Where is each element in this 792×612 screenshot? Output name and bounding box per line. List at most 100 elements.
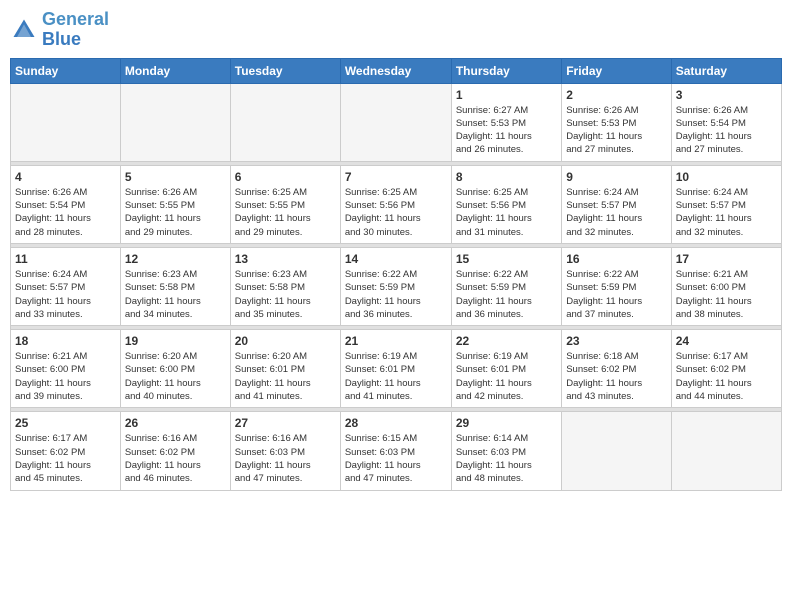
day-info: Sunrise: 6:19 AM Sunset: 6:01 PM Dayligh…	[456, 350, 557, 403]
day-info: Sunrise: 6:23 AM Sunset: 5:58 PM Dayligh…	[125, 268, 226, 321]
calendar-week-row: 18Sunrise: 6:21 AM Sunset: 6:00 PM Dayli…	[11, 330, 782, 408]
day-info: Sunrise: 6:26 AM Sunset: 5:55 PM Dayligh…	[125, 186, 226, 239]
day-info: Sunrise: 6:18 AM Sunset: 6:02 PM Dayligh…	[566, 350, 666, 403]
day-number: 2	[566, 88, 666, 102]
day-number: 10	[676, 170, 777, 184]
calendar-day-cell: 20 Sunrise: 6:20 AM Sunset: 6:01 PM Dayli…	[230, 330, 340, 408]
calendar-day-cell	[562, 412, 671, 490]
day-number: 26	[125, 416, 226, 430]
calendar-day-cell	[120, 83, 230, 161]
day-number: 25	[15, 416, 116, 430]
day-number: 28	[345, 416, 447, 430]
calendar-day-cell: 23 Sunrise: 6:18 AM Sunset: 6:02 PM Dayli…	[562, 330, 671, 408]
day-number: 22	[456, 334, 557, 348]
calendar-day-cell: 14 Sunrise: 6:22 AM Sunset: 5:59 PM Dayli…	[340, 247, 451, 325]
calendar-day-cell: 21 Sunrise: 6:19 AM Sunset: 6:01 PM Dayli…	[340, 330, 451, 408]
calendar-day-cell: 27Sunrise: 6:16 AM Sunset: 6:03 PM Dayli…	[230, 412, 340, 490]
logo-icon	[10, 16, 38, 44]
calendar-day-cell: 2 Sunrise: 6:26 AM Sunset: 5:53 PM Daylig…	[562, 83, 671, 161]
day-info: Sunrise: 6:20 AM Sunset: 6:00 PM Dayligh…	[125, 350, 226, 403]
day-number: 13	[235, 252, 336, 266]
calendar-day-cell: 11 Sunrise: 6:24 AM Sunset: 5:57 PM Dayli…	[11, 247, 121, 325]
day-info: Sunrise: 6:24 AM Sunset: 5:57 PM Dayligh…	[676, 186, 777, 239]
weekday-header-cell: Wednesday	[340, 58, 451, 83]
day-number: 16	[566, 252, 666, 266]
calendar-day-cell: 17Sunrise: 6:21 AM Sunset: 6:00 PM Dayli…	[671, 247, 781, 325]
calendar-day-cell: 15 Sunrise: 6:22 AM Sunset: 5:59 PM Dayli…	[451, 247, 561, 325]
calendar-day-cell: 18Sunrise: 6:21 AM Sunset: 6:00 PM Dayli…	[11, 330, 121, 408]
calendar-table: SundayMondayTuesdayWednesdayThursdayFrid…	[10, 58, 782, 491]
calendar-day-cell: 9 Sunrise: 6:24 AM Sunset: 5:57 PM Daylig…	[562, 165, 671, 243]
calendar-day-cell: 5 Sunrise: 6:26 AM Sunset: 5:55 PM Daylig…	[120, 165, 230, 243]
calendar-day-cell: 26 Sunrise: 6:16 AM Sunset: 6:02 PM Dayli…	[120, 412, 230, 490]
calendar-day-cell: 10 Sunrise: 6:24 AM Sunset: 5:57 PM Dayli…	[671, 165, 781, 243]
day-number: 4	[15, 170, 116, 184]
day-info: Sunrise: 6:17 AM Sunset: 6:02 PM Dayligh…	[676, 350, 777, 403]
calendar-day-cell	[340, 83, 451, 161]
calendar-day-cell: 12 Sunrise: 6:23 AM Sunset: 5:58 PM Dayli…	[120, 247, 230, 325]
calendar-day-cell: 29 Sunrise: 6:14 AM Sunset: 6:03 PM Dayli…	[451, 412, 561, 490]
day-number: 12	[125, 252, 226, 266]
day-info: Sunrise: 6:25 AM Sunset: 5:56 PM Dayligh…	[456, 186, 557, 239]
day-number: 21	[345, 334, 447, 348]
day-number: 23	[566, 334, 666, 348]
day-info: Sunrise: 6:24 AM Sunset: 5:57 PM Dayligh…	[15, 268, 116, 321]
weekday-header-row: SundayMondayTuesdayWednesdayThursdayFrid…	[11, 58, 782, 83]
calendar-day-cell	[230, 83, 340, 161]
day-number: 29	[456, 416, 557, 430]
day-info: Sunrise: 6:16 AM Sunset: 6:02 PM Dayligh…	[125, 432, 226, 485]
day-number: 7	[345, 170, 447, 184]
calendar-day-cell: 4Sunrise: 6:26 AM Sunset: 5:54 PM Daylig…	[11, 165, 121, 243]
calendar-week-row: 11 Sunrise: 6:24 AM Sunset: 5:57 PM Dayli…	[11, 247, 782, 325]
weekday-header-cell: Saturday	[671, 58, 781, 83]
day-number: 24	[676, 334, 777, 348]
calendar-day-cell: 8 Sunrise: 6:25 AM Sunset: 5:56 PM Daylig…	[451, 165, 561, 243]
calendar-week-row: 4Sunrise: 6:26 AM Sunset: 5:54 PM Daylig…	[11, 165, 782, 243]
calendar-day-cell: 1 Sunrise: 6:27 AM Sunset: 5:53 PM Daylig…	[451, 83, 561, 161]
day-info: Sunrise: 6:19 AM Sunset: 6:01 PM Dayligh…	[345, 350, 447, 403]
calendar-day-cell: 7 Sunrise: 6:25 AM Sunset: 5:56 PM Daylig…	[340, 165, 451, 243]
day-info: Sunrise: 6:25 AM Sunset: 5:56 PM Dayligh…	[345, 186, 447, 239]
day-info: Sunrise: 6:17 AM Sunset: 6:02 PM Dayligh…	[15, 432, 116, 485]
day-info: Sunrise: 6:16 AM Sunset: 6:03 PM Dayligh…	[235, 432, 336, 485]
day-number: 15	[456, 252, 557, 266]
day-number: 1	[456, 88, 557, 102]
calendar-day-cell: 13 Sunrise: 6:23 AM Sunset: 5:58 PM Dayli…	[230, 247, 340, 325]
day-number: 6	[235, 170, 336, 184]
day-info: Sunrise: 6:25 AM Sunset: 5:55 PM Dayligh…	[235, 186, 336, 239]
calendar-week-row: 25 Sunrise: 6:17 AM Sunset: 6:02 PM Dayli…	[11, 412, 782, 490]
day-number: 3	[676, 88, 777, 102]
calendar-day-cell: 3 Sunrise: 6:26 AM Sunset: 5:54 PM Daylig…	[671, 83, 781, 161]
day-number: 9	[566, 170, 666, 184]
page-header: General Blue	[10, 10, 782, 50]
day-info: Sunrise: 6:15 AM Sunset: 6:03 PM Dayligh…	[345, 432, 447, 485]
day-number: 11	[15, 252, 116, 266]
day-info: Sunrise: 6:23 AM Sunset: 5:58 PM Dayligh…	[235, 268, 336, 321]
day-info: Sunrise: 6:21 AM Sunset: 6:00 PM Dayligh…	[15, 350, 116, 403]
day-info: Sunrise: 6:26 AM Sunset: 5:54 PM Dayligh…	[676, 104, 777, 157]
day-info: Sunrise: 6:14 AM Sunset: 6:03 PM Dayligh…	[456, 432, 557, 485]
weekday-header-cell: Tuesday	[230, 58, 340, 83]
day-number: 8	[456, 170, 557, 184]
weekday-header-cell: Thursday	[451, 58, 561, 83]
day-info: Sunrise: 6:20 AM Sunset: 6:01 PM Dayligh…	[235, 350, 336, 403]
weekday-header-cell: Monday	[120, 58, 230, 83]
calendar-day-cell	[11, 83, 121, 161]
day-info: Sunrise: 6:22 AM Sunset: 5:59 PM Dayligh…	[566, 268, 666, 321]
calendar-day-cell: 6 Sunrise: 6:25 AM Sunset: 5:55 PM Daylig…	[230, 165, 340, 243]
day-info: Sunrise: 6:22 AM Sunset: 5:59 PM Dayligh…	[456, 268, 557, 321]
day-number: 14	[345, 252, 447, 266]
day-info: Sunrise: 6:21 AM Sunset: 6:00 PM Dayligh…	[676, 268, 777, 321]
day-info: Sunrise: 6:26 AM Sunset: 5:53 PM Dayligh…	[566, 104, 666, 157]
day-number: 5	[125, 170, 226, 184]
calendar-day-cell: 25 Sunrise: 6:17 AM Sunset: 6:02 PM Dayli…	[11, 412, 121, 490]
calendar-day-cell: 19Sunrise: 6:20 AM Sunset: 6:00 PM Dayli…	[120, 330, 230, 408]
day-info: Sunrise: 6:24 AM Sunset: 5:57 PM Dayligh…	[566, 186, 666, 239]
logo: General Blue	[10, 10, 109, 50]
calendar-day-cell: 28 Sunrise: 6:15 AM Sunset: 6:03 PM Dayli…	[340, 412, 451, 490]
day-number: 20	[235, 334, 336, 348]
day-info: Sunrise: 6:22 AM Sunset: 5:59 PM Dayligh…	[345, 268, 447, 321]
logo-text: General Blue	[42, 10, 109, 50]
day-info: Sunrise: 6:27 AM Sunset: 5:53 PM Dayligh…	[456, 104, 557, 157]
weekday-header-cell: Sunday	[11, 58, 121, 83]
